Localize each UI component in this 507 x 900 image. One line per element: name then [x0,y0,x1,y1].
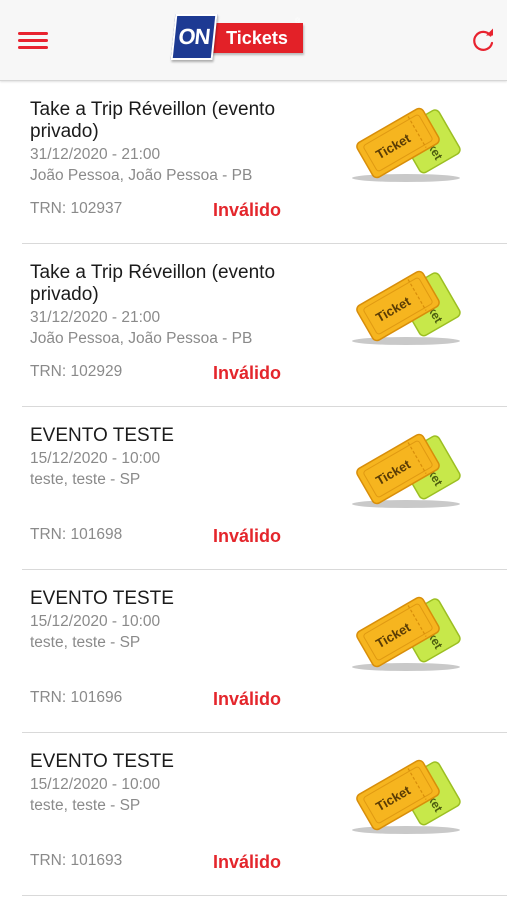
ticket-trn: TRN: 101693 [30,852,123,869]
ticket-trn: TRN: 101698 [30,526,123,543]
logo-registered-mark: ® [295,18,301,25]
logo-tickets-text: Tickets [211,23,303,53]
event-title-line: EVENTO TESTE [30,751,174,772]
status-badge: Inválido [213,363,282,383]
event-title-line: privado) [30,284,99,305]
event-datetime: 31/12/2020 - 21:00 [30,146,161,163]
event-title-line: Take a Trip Réveillon (evento [30,262,276,283]
app-header: Tickets ON ® [0,0,507,81]
on-tickets-logo: Tickets ON ® [170,12,307,64]
ticket-list: Take a Trip Réveillon (evento privado) 3… [0,81,507,896]
event-location: teste, teste - SP [30,634,141,651]
event-datetime: 15/12/2020 - 10:00 [30,776,161,793]
ticket-row[interactable]: Take a Trip Réveillon (evento privado) 3… [22,81,507,244]
ticket-row[interactable]: EVENTO TESTE 15/12/2020 - 10:00 teste, t… [22,570,507,733]
logo-on-text: ON [170,14,218,60]
event-datetime: 15/12/2020 - 10:00 [30,613,161,630]
ticket-trn: TRN: 102929 [30,363,123,380]
event-title: EVENTO TESTE [30,751,335,773]
ticket-icon: Ticket Ticket [350,97,466,187]
ticket-row[interactable]: Take a Trip Réveillon (evento privado) 3… [22,244,507,407]
event-location: João Pessoa, João Pessoa - PB [30,167,253,184]
event-location: teste, teste - SP [30,471,141,488]
status-badge: Inválido [213,526,282,546]
status-badge: Inválido [213,689,282,709]
hamburger-menu-icon[interactable] [14,26,52,54]
status-badge: Inválido [213,852,282,872]
status-badge: Inválido [213,200,282,220]
ticket-icon: Ticket Ticket [350,586,466,676]
ticket-row[interactable]: EVENTO TESTE 15/12/2020 - 10:00 teste, t… [22,407,507,570]
event-datetime: 15/12/2020 - 10:00 [30,450,161,467]
event-title: Take a Trip Réveillon (evento privado) [30,262,335,306]
event-title: Take a Trip Réveillon (evento privado) [30,99,335,143]
ticket-trn: TRN: 102937 [30,200,123,217]
ticket-row[interactable]: EVENTO TESTE 15/12/2020 - 10:00 teste, t… [22,733,507,896]
event-title-line: Take a Trip Réveillon (evento [30,99,276,120]
event-location: teste, teste - SP [30,797,141,814]
refresh-icon[interactable] [466,24,500,58]
event-location: João Pessoa, João Pessoa - PB [30,330,253,347]
event-title: EVENTO TESTE [30,425,335,447]
ticket-trn: TRN: 101696 [30,689,123,706]
ticket-icon: Ticket Ticket [350,423,466,513]
event-title-line: privado) [30,121,99,142]
event-datetime: 31/12/2020 - 21:00 [30,309,161,326]
event-title-line: EVENTO TESTE [30,588,174,609]
ticket-icon: Ticket Ticket [350,749,466,839]
event-title: EVENTO TESTE [30,588,335,610]
event-title-line: EVENTO TESTE [30,425,174,446]
ticket-icon: Ticket Ticket [350,260,466,350]
